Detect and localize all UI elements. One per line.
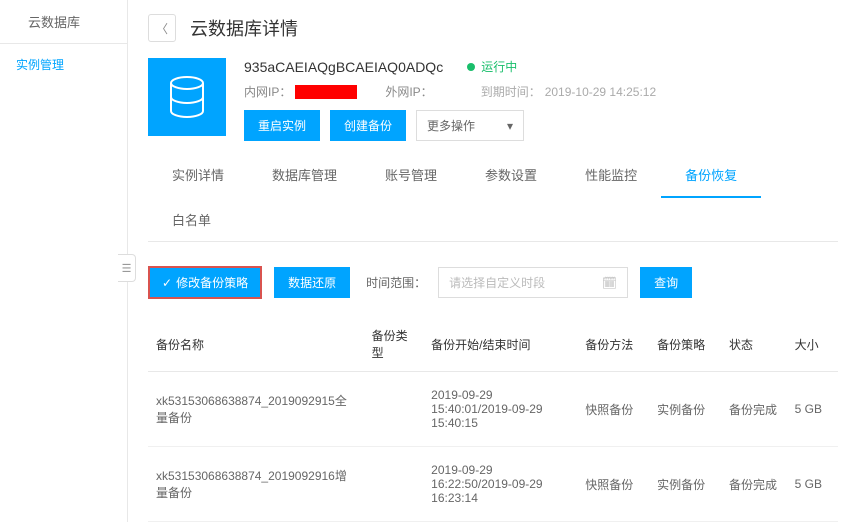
tab-account-mgmt[interactable]: 账号管理 (361, 153, 461, 198)
chevron-down-icon: ▾ (507, 119, 513, 133)
time-range-input[interactable]: 请选择自定义时段 🗓 (438, 267, 628, 298)
chevron-left-icon: 〈 (156, 20, 168, 37)
table-row: xk53153068638874_2019092916增量备份 2019-09-… (148, 447, 838, 522)
time-placeholder: 请选择自定义时段 (449, 274, 545, 291)
outer-ip-label: 外网IP： (385, 83, 432, 100)
cell-status: 备份完成 (721, 372, 787, 447)
cell-name: xk53153068638874_2019092915全量备份 (148, 372, 364, 447)
expire-value: 2019-10-29 14:25:12 (545, 85, 656, 99)
th-type: 备份类型 (364, 317, 424, 372)
tab-backup-restore[interactable]: 备份恢复 (661, 153, 761, 198)
more-operations-select[interactable]: 更多操作 ▾ (416, 110, 524, 141)
time-range-label: 时间范围： (366, 274, 426, 291)
cell-strategy: 实例备份 (649, 372, 721, 447)
tabs: 实例详情 数据库管理 账号管理 参数设置 性能监控 备份恢复 白名单 (148, 153, 838, 242)
th-status: 状态 (721, 317, 787, 372)
sidebar: 云数据库 实例管理 (0, 0, 128, 522)
inner-ip-label: 内网IP： (244, 83, 291, 100)
restore-data-button[interactable]: 数据还原 (274, 267, 350, 298)
create-backup-button[interactable]: 创建备份 (330, 110, 406, 141)
sidebar-title: 云数据库 (0, 0, 127, 44)
cell-type (364, 372, 424, 447)
cell-size: 5 GB (787, 447, 838, 522)
tab-perf-monitor[interactable]: 性能监控 (561, 153, 661, 198)
th-strategy: 备份策略 (649, 317, 721, 372)
backup-table: 备份名称 备份类型 备份开始/结束时间 备份方法 备份策略 状态 大小 xk53… (148, 317, 838, 522)
page-title: 云数据库详情 (190, 15, 298, 41)
tab-whitelist[interactable]: 白名单 (148, 198, 258, 241)
cell-status: 备份完成 (721, 447, 787, 522)
calendar-icon: 🗓 (602, 276, 617, 290)
modify-backup-strategy-button[interactable]: ✓ 修改备份策略 (148, 266, 262, 299)
tab-db-mgmt[interactable]: 数据库管理 (248, 153, 361, 198)
cell-size: 5 GB (787, 372, 838, 447)
inner-ip-value (295, 85, 357, 99)
table-row: xk53153068638874_2019092915全量备份 2019-09-… (148, 372, 838, 447)
sidebar-item-instance-mgmt[interactable]: 实例管理 (0, 44, 127, 85)
status-dot-icon (467, 63, 475, 71)
th-time: 备份开始/结束时间 (423, 317, 577, 372)
th-method: 备份方法 (577, 317, 649, 372)
cell-method: 快照备份 (577, 447, 649, 522)
back-button[interactable]: 〈 (148, 14, 176, 42)
tab-instance-detail[interactable]: 实例详情 (148, 153, 248, 198)
restart-button[interactable]: 重启实例 (244, 110, 320, 141)
query-button[interactable]: 查询 (640, 267, 692, 298)
cell-strategy: 实例备份 (649, 447, 721, 522)
th-size: 大小 (787, 317, 838, 372)
status-text: 运行中 (481, 58, 517, 75)
more-ops-label: 更多操作 (427, 117, 475, 134)
cell-time: 2019-09-29 15:40:01/2019-09-29 15:40:15 (423, 372, 577, 447)
check-icon: ✓ (162, 276, 172, 290)
expire-label: 到期时间： (481, 83, 541, 100)
main-content: 〈 云数据库详情 935aCAEIAQgBCAEIAQ0ADQc 运行中 (128, 0, 858, 522)
cell-method: 快照备份 (577, 372, 649, 447)
cell-name: xk53153068638874_2019092916增量备份 (148, 447, 364, 522)
tab-param-setting[interactable]: 参数设置 (461, 153, 561, 198)
cell-type (364, 447, 424, 522)
database-icon (148, 58, 226, 136)
cell-time: 2019-09-29 16:22:50/2019-09-29 16:23:14 (423, 447, 577, 522)
modify-strategy-label: 修改备份策略 (176, 274, 248, 291)
instance-id: 935aCAEIAQgBCAEIAQ0ADQc (244, 59, 443, 75)
th-name: 备份名称 (148, 317, 364, 372)
